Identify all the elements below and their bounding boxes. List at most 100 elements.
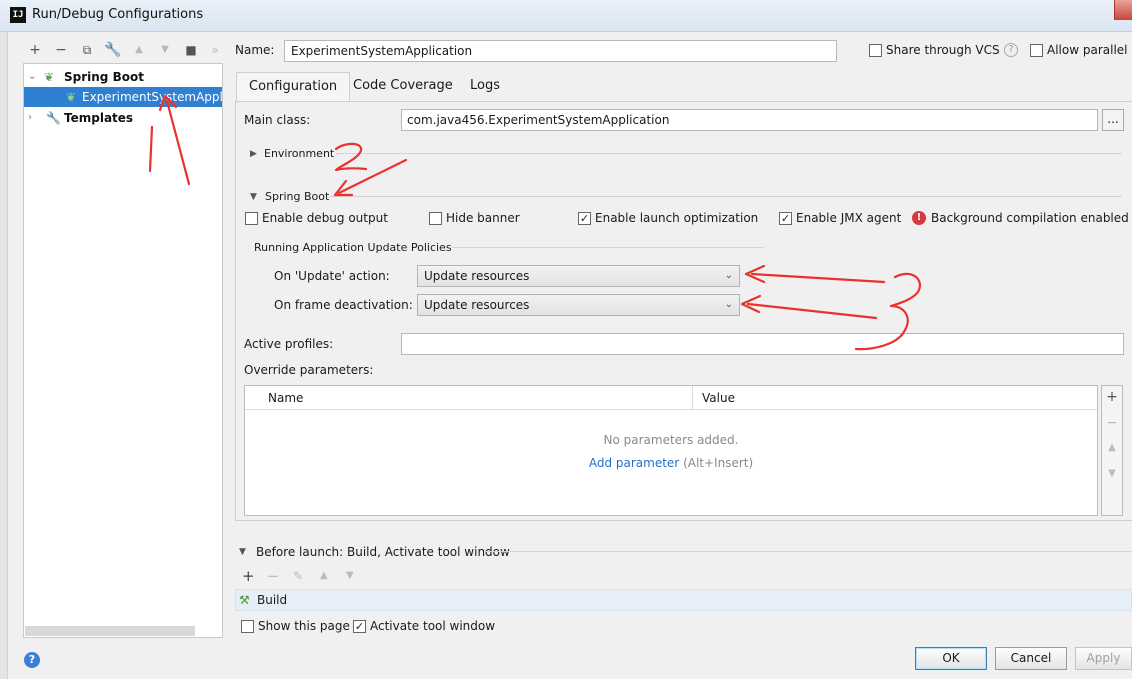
- column-separator[interactable]: [692, 386, 693, 410]
- debug-output-label: Enable debug output: [262, 211, 388, 225]
- activate-tool-window-label: Activate tool window: [370, 619, 496, 633]
- active-profiles-input[interactable]: [401, 333, 1124, 355]
- expand-arrow-icon[interactable]: ›: [28, 108, 32, 128]
- main-class-input[interactable]: com.java456.ExperimentSystemApplication: [401, 109, 1098, 131]
- name-label: Name:: [235, 43, 275, 57]
- spring-boot-section-label[interactable]: Spring Boot: [265, 190, 329, 203]
- update-action-label: On 'Update' action:: [274, 269, 390, 283]
- title-bar: IJ Run/Debug Configurations: [0, 0, 1132, 32]
- remove-icon[interactable]: −: [1102, 415, 1122, 431]
- add-parameter-link[interactable]: Add parameter: [589, 456, 679, 470]
- environment-divider: [336, 153, 1122, 154]
- browse-main-class-button[interactable]: ...: [1102, 109, 1124, 131]
- configuration-tree: ⌄ ❦ Spring Boot ❦ ExperimentSystemApplic…: [23, 63, 223, 638]
- move-up-icon[interactable]: ▲: [1102, 442, 1122, 453]
- share-vcs-checkbox[interactable]: [869, 44, 882, 57]
- before-launch-label[interactable]: Before launch: Build, Activate tool wind…: [256, 545, 510, 559]
- launch-optimization-checkbox[interactable]: ✓: [578, 212, 591, 225]
- tab-code-coverage[interactable]: Code Coverage: [341, 72, 465, 102]
- debug-output-checkbox[interactable]: [245, 212, 258, 225]
- environment-section-label[interactable]: Environment: [264, 147, 334, 160]
- activate-tool-window-checkbox[interactable]: ✓: [353, 620, 366, 633]
- apply-button[interactable]: Apply: [1075, 647, 1132, 670]
- remove-icon[interactable]: −: [267, 567, 280, 585]
- tree-group-spring-boot[interactable]: ⌄ ❦ Spring Boot: [24, 67, 222, 87]
- move-down-icon[interactable]: ▼: [346, 570, 354, 581]
- tree-group-label: Spring Boot: [64, 70, 144, 84]
- share-vcs-label: Share through VCS: [886, 43, 1000, 57]
- params-side-toolbar: + − ▲ ▼: [1101, 385, 1123, 516]
- collapse-spring-boot-icon[interactable]: ▼: [250, 192, 257, 202]
- add-parameter-shortcut: (Alt+Insert): [683, 456, 754, 470]
- jmx-agent-checkbox[interactable]: ✓: [779, 212, 792, 225]
- chevron-down-icon: ⌄: [724, 299, 733, 310]
- add-icon[interactable]: +: [26, 40, 44, 60]
- table-header: Name Value: [245, 386, 1097, 410]
- override-params-table: Name Value No parameters added. Add para…: [244, 385, 1098, 516]
- column-header-value[interactable]: Value: [702, 391, 735, 405]
- close-window-button[interactable]: [1114, 0, 1132, 20]
- wrench-icon: 🔧: [46, 111, 61, 125]
- hammer-icon: ⚒: [239, 593, 250, 607]
- policies-title: Running Application Update Policies: [254, 241, 452, 254]
- help-icon[interactable]: ?: [24, 652, 40, 668]
- main-class-label: Main class:: [244, 113, 311, 127]
- remove-icon[interactable]: −: [52, 40, 70, 60]
- update-action-value: Update resources: [424, 269, 530, 283]
- wrench-icon[interactable]: 🔧: [104, 40, 122, 60]
- tree-templates-label: Templates: [64, 111, 134, 125]
- show-page-label: Show this page: [258, 619, 350, 633]
- spring-app-icon: ❦: [66, 90, 77, 104]
- tree-horizontal-scrollbar[interactable]: [25, 626, 195, 636]
- add-icon[interactable]: +: [242, 567, 255, 585]
- background-window-strip: [0, 32, 8, 679]
- spring-boot-icon: ❦: [44, 70, 55, 84]
- empty-table-message: No parameters added.: [603, 433, 739, 447]
- help-icon[interactable]: ?: [1004, 43, 1018, 57]
- before-launch-divider: [486, 551, 1132, 552]
- ok-button[interactable]: OK: [915, 647, 987, 670]
- collapse-arrow-icon[interactable]: ⌄: [28, 67, 36, 87]
- expand-environment-icon[interactable]: ▶: [250, 149, 257, 159]
- window-title: Run/Debug Configurations: [32, 7, 204, 22]
- frame-deactivation-label: On frame deactivation:: [274, 298, 413, 312]
- hide-banner-label: Hide banner: [446, 211, 520, 225]
- spring-boot-divider: [330, 196, 1122, 197]
- edit-icon[interactable]: ✎: [293, 569, 303, 583]
- before-launch-task-build[interactable]: ⚒ Build: [235, 589, 1132, 611]
- tab-logs[interactable]: Logs: [458, 72, 512, 102]
- copy-icon[interactable]: ⧉: [78, 40, 96, 60]
- tree-item-label: ExperimentSystemApplication: [82, 90, 222, 104]
- add-icon[interactable]: +: [1102, 389, 1122, 405]
- more-icon[interactable]: »: [206, 40, 224, 60]
- frame-deactivation-value: Update resources: [424, 298, 530, 312]
- chevron-down-icon: ⌄: [724, 270, 733, 281]
- override-params-label: Override parameters:: [244, 363, 374, 377]
- update-action-dropdown[interactable]: Update resources ⌄: [417, 265, 740, 287]
- cancel-button[interactable]: Cancel: [995, 647, 1067, 670]
- policies-divider: [452, 247, 764, 248]
- folder-icon[interactable]: ■: [182, 40, 200, 60]
- move-down-icon[interactable]: ▼: [1102, 468, 1122, 479]
- move-up-icon[interactable]: ▲: [130, 40, 148, 60]
- column-header-name[interactable]: Name: [268, 391, 303, 405]
- allow-parallel-label: Allow parallel r: [1047, 43, 1132, 57]
- frame-deactivation-dropdown[interactable]: Update resources ⌄: [417, 294, 740, 316]
- show-page-checkbox[interactable]: [241, 620, 254, 633]
- tab-configuration[interactable]: Configuration: [236, 72, 351, 102]
- error-icon: !: [912, 211, 926, 225]
- active-profiles-label: Active profiles:: [244, 337, 334, 351]
- tree-group-templates[interactable]: › 🔧 Templates: [24, 108, 222, 128]
- hide-banner-checkbox[interactable]: [429, 212, 442, 225]
- name-input[interactable]: ExperimentSystemApplication: [284, 40, 837, 62]
- move-down-icon[interactable]: ▼: [156, 40, 174, 60]
- background-compilation-label: Background compilation enabled: [931, 211, 1129, 225]
- launch-optimization-label: Enable launch optimization: [595, 211, 759, 225]
- tree-item-experiment-app[interactable]: ❦ ExperimentSystemApplication: [24, 87, 222, 107]
- allow-parallel-checkbox[interactable]: [1030, 44, 1043, 57]
- build-task-label: Build: [257, 593, 288, 607]
- collapse-before-launch-icon[interactable]: ▼: [239, 547, 246, 557]
- add-parameter-row: Add parameter (Alt+Insert): [245, 456, 1097, 470]
- move-up-icon[interactable]: ▲: [320, 570, 328, 581]
- jmx-agent-label: Enable JMX agent: [796, 211, 902, 225]
